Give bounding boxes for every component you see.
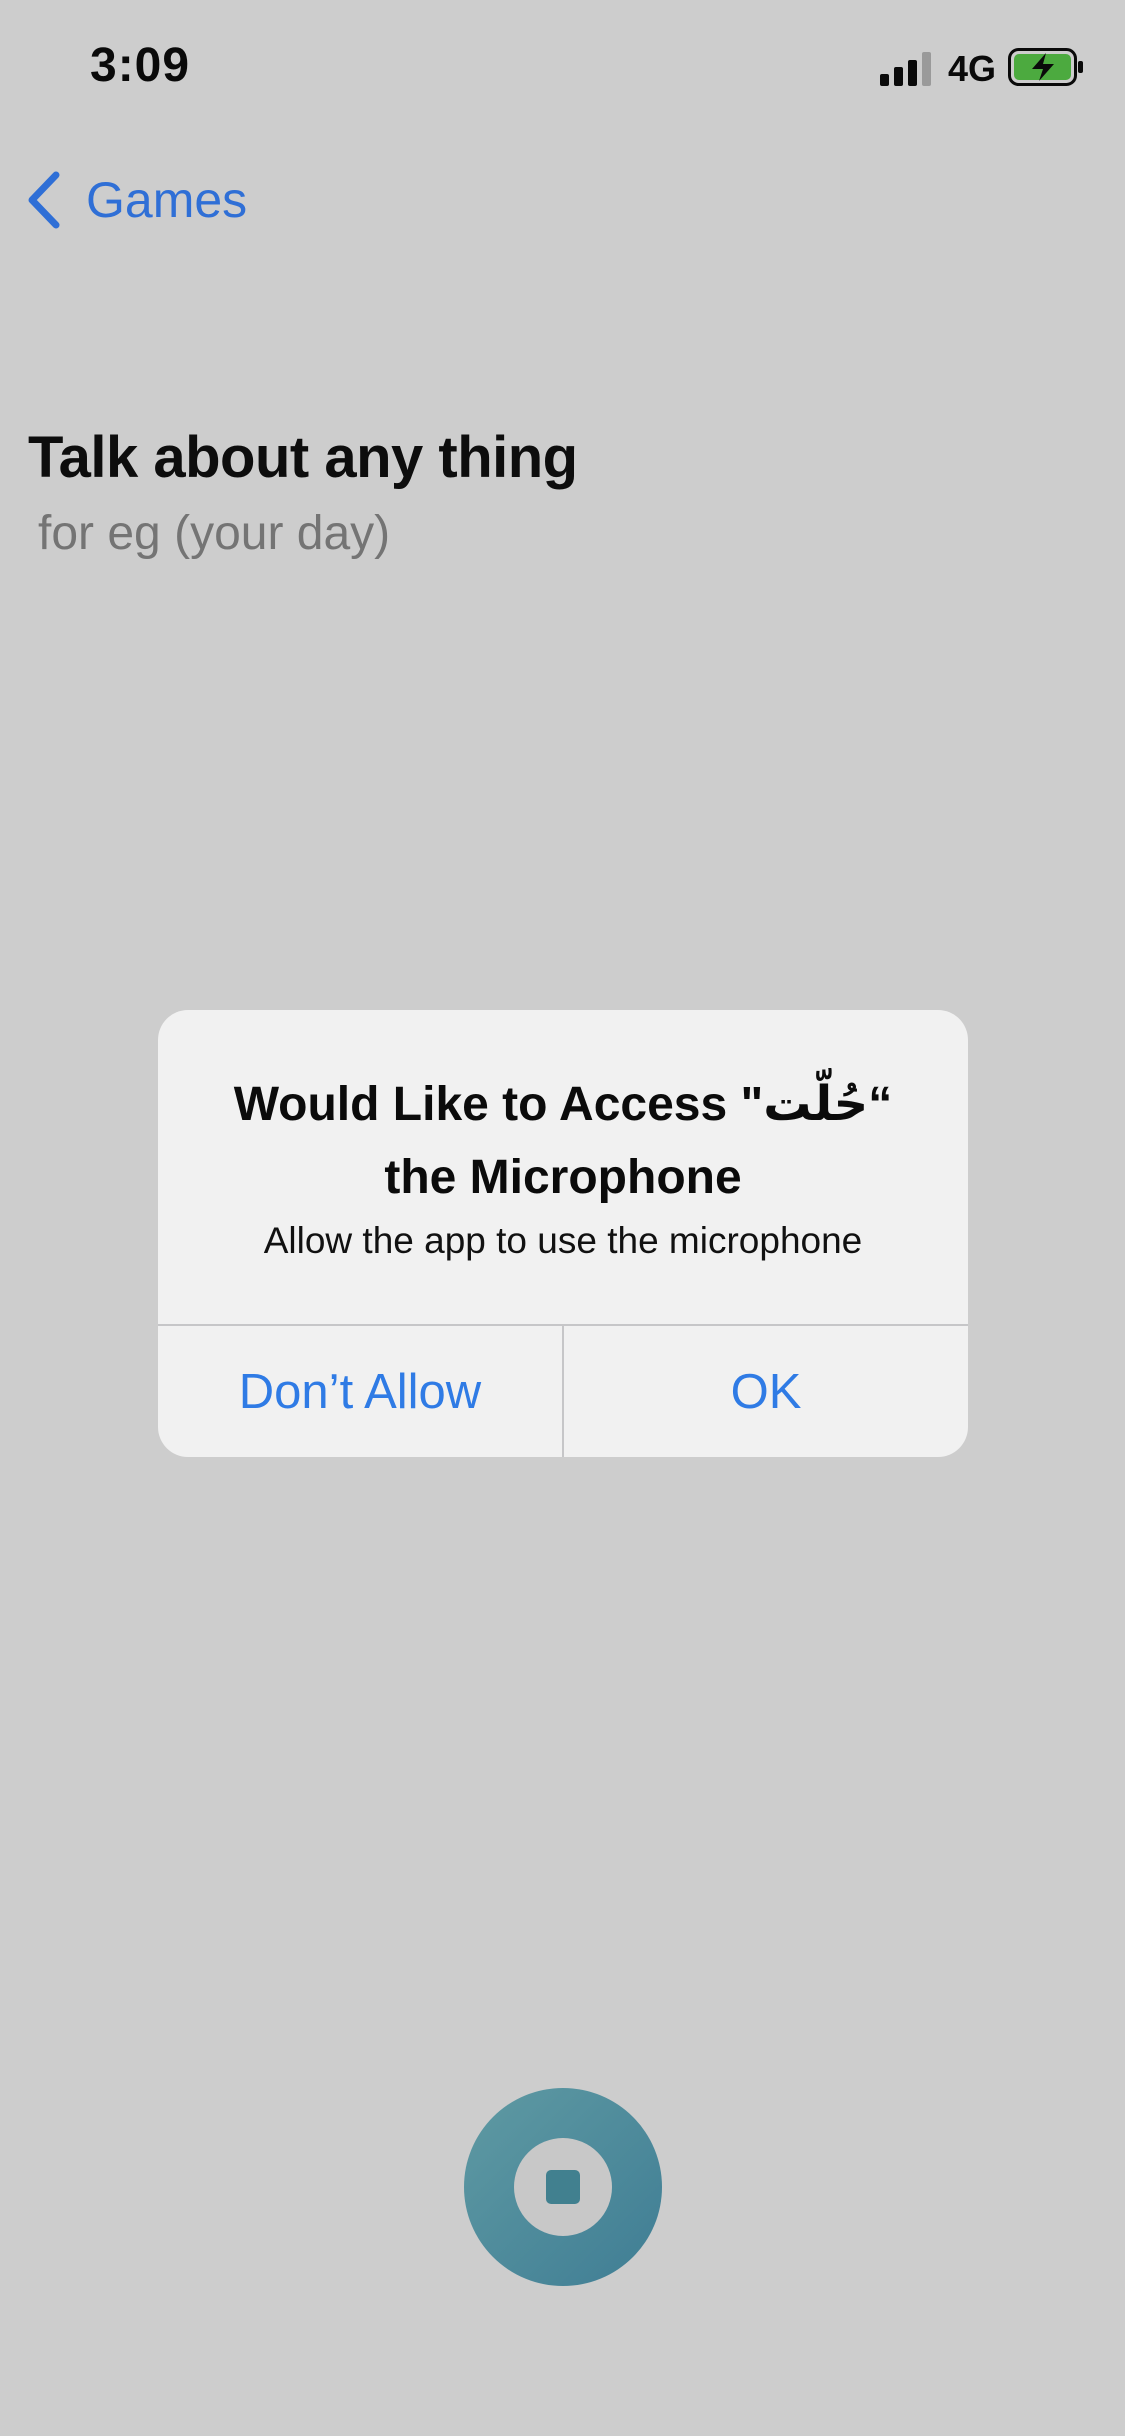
- alert-message: Allow the app to use the microphone: [263, 1220, 863, 1261]
- status-time: 3:09: [90, 39, 191, 92]
- network-label: 4G: [948, 48, 997, 89]
- prompt-subtitle: for eg (your day): [38, 507, 391, 560]
- dont-allow-button[interactable]: Don’t Allow: [158, 1326, 562, 1457]
- alert-title: Would Like to Access "حُلّت“ the Microph…: [158, 1068, 968, 1214]
- back-label: Games: [86, 172, 248, 228]
- battery-charging-icon: [1008, 48, 1083, 86]
- chevron-left-icon: [28, 171, 60, 229]
- record-stop-button[interactable]: [464, 2088, 662, 2286]
- record-ring: [514, 2138, 612, 2236]
- alert-title-line2: the Microphone: [384, 1151, 742, 1204]
- status-bar: 3:09 4G: [0, 0, 1125, 140]
- signal-icon: [880, 52, 931, 86]
- prompt-title: Talk about any thing: [28, 425, 578, 490]
- stop-icon: [546, 2170, 580, 2204]
- ok-button[interactable]: OK: [564, 1326, 968, 1457]
- back-button[interactable]: Games: [24, 160, 247, 240]
- alert-title-line1: Would Like to Access "حُلّت“: [233, 1078, 893, 1131]
- microphone-permission-alert: Would Like to Access "حُلّت“ the Microph…: [158, 1010, 968, 1457]
